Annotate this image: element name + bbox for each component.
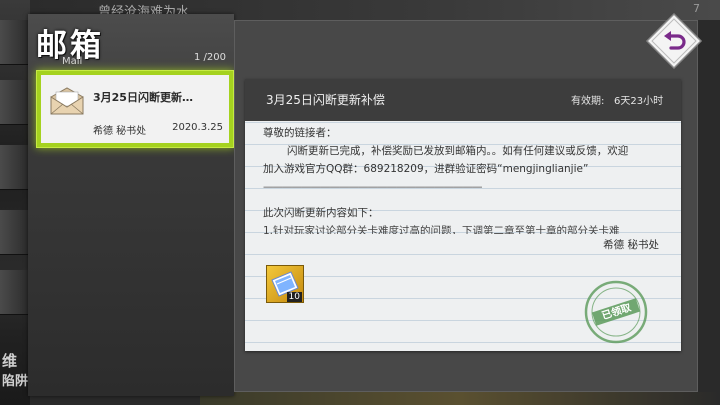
expiry-label: 有效期: <box>571 96 605 107</box>
letter-signature: 希德 秘书处 <box>603 239 659 251</box>
mail-item-date: 2020.3.25 <box>172 122 223 133</box>
letter-section-line: 1.针对玩家讨论部分关卡难度过高的问题，下调第二章至第十章的部分关卡难 <box>263 225 620 234</box>
background-bottom-strip <box>200 392 720 405</box>
background-tag-text-1: 维 <box>2 352 18 370</box>
letter-paragraph-line: 加入游戏官方QQ群：689218209，进群验证密码“mengjinglianj… <box>263 163 589 175</box>
letter-section-head: 此次闪断更新内容如下： <box>263 207 379 219</box>
mailbox-panel: 邮箱 Mail 1 /200 3月25日闪断更新… 希德 秘书处 2020.3.… <box>28 14 234 396</box>
back-button[interactable] <box>645 12 703 70</box>
attachment-quantity: 10 <box>286 292 302 302</box>
letter-divider: ——————————————————————— <box>263 181 483 193</box>
mailbox-subtitle: Mail <box>62 56 83 67</box>
mail-item-sender: 希德 秘书处 <box>93 126 147 137</box>
mail-letter: 3月25日闪断更新补偿 有效期: 6天23小时 尊敬的链接者： 闪断更新已完成，… <box>245 79 681 351</box>
attachment-item[interactable]: 10 <box>266 265 304 303</box>
mail-item-subject: 3月25日闪断更新… <box>93 91 193 104</box>
envelope-icon <box>50 87 84 115</box>
mail-count: 1 /200 <box>194 52 226 63</box>
expiry-value: 6天23小时 <box>614 96 664 107</box>
mail-list-item[interactable]: 3月25日闪断更新… 希德 秘书处 2020.3.25 <box>36 70 234 148</box>
background-tag-text-2: 陷阱 <box>2 374 29 389</box>
letter-title: 3月25日闪断更新补偿 <box>266 93 385 107</box>
background-bottom-left: 维 陷阱 <box>0 330 30 405</box>
letter-header: 3月25日闪断更新补偿 有效期: 6天23小时 <box>245 79 681 121</box>
letter-greeting: 尊敬的链接者： <box>263 127 337 139</box>
letter-paragraph-line: 闪断更新已完成，补偿奖励已发放到邮箱内。。如有任何建议或反馈，欢迎 <box>287 145 629 157</box>
letter-body[interactable]: 尊敬的链接者： 闪断更新已完成，补偿奖励已发放到邮箱内。。如有任何建议或反馈，欢… <box>263 124 673 234</box>
